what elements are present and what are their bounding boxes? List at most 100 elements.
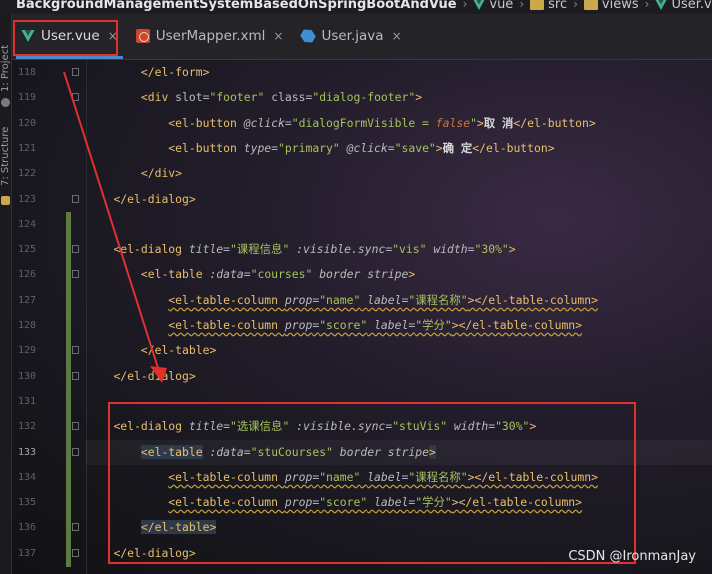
tab-usermapper-xml[interactable]: UserMapper.xml × (127, 13, 293, 59)
code-line[interactable]: <div slot="footer" class="dialog-footer"… (86, 85, 712, 110)
fold-marker-icon[interactable] (72, 523, 79, 531)
vcs-added-marker (66, 440, 71, 466)
code-token: "save" (394, 141, 436, 155)
line-number: 137 (17, 548, 36, 559)
vcs-added-marker (66, 515, 71, 541)
fold-marker-icon[interactable] (72, 270, 79, 278)
code-token: " (470, 116, 477, 130)
code-line[interactable] (86, 212, 712, 237)
vcs-added-marker (66, 490, 71, 516)
code-token: label (374, 318, 409, 332)
code-token: "30%" (495, 419, 530, 433)
code-token: "学分" (415, 495, 452, 509)
code-token: :data (209, 445, 244, 459)
breadcrumb-item-src[interactable]: src (530, 0, 567, 12)
code-line[interactable]: <el-table-column prop="score" label="学分"… (86, 313, 712, 338)
code-line[interactable]: <el-table-column prop="name" label="课程名称… (86, 288, 712, 313)
code-line[interactable]: <el-button type="primary" @click="save">… (86, 136, 712, 161)
settings-icon[interactable] (1, 98, 10, 107)
code-token: "name" (319, 293, 361, 307)
line-number: 131 (17, 396, 36, 407)
code-line[interactable]: <el-table :data="stuCourses" border stri… (86, 440, 712, 465)
code-token: stripe (367, 267, 409, 281)
code-line[interactable]: <el-dialog title="选课信息" :visible.sync="s… (86, 414, 712, 439)
vcs-added-marker (66, 237, 71, 263)
close-icon[interactable]: × (108, 29, 118, 43)
breadcrumb: BackgroundManagementSystemBasedOnSpringB… (0, 0, 712, 14)
tab-label: User.java (321, 28, 384, 44)
code-line[interactable]: <el-table-column prop="score" label="学分"… (86, 490, 712, 515)
fold-marker-icon[interactable] (72, 68, 79, 76)
fold-marker-icon[interactable] (72, 195, 79, 203)
code-token: width (453, 419, 489, 433)
breadcrumb-item-vue[interactable]: vue (473, 0, 513, 12)
line-number: 126 (17, 269, 36, 280)
code-line[interactable]: <el-table :data="courses" border stripe> (86, 262, 712, 287)
fold-marker-icon[interactable] (72, 245, 79, 253)
code-token: </div> (140, 166, 183, 180)
code-token: </el-button> (513, 116, 596, 130)
vcs-added-marker (66, 465, 71, 491)
code-token: </el-dialog> (113, 192, 196, 206)
fold-marker-icon[interactable] (72, 448, 79, 456)
code-token: </el-dialog> (113, 546, 196, 560)
code-line[interactable]: <el-table-column prop="name" label="课程名称… (86, 465, 712, 490)
vue-icon (474, 0, 485, 10)
code-line[interactable]: </el-table> (86, 338, 712, 363)
structure-tool-window-button[interactable]: 7: Structure (0, 118, 12, 194)
fold-marker-icon[interactable] (72, 372, 79, 380)
code-token: :data (209, 267, 244, 281)
project-tool-window-button[interactable]: 1: Project (0, 38, 12, 98)
folder-icon (583, 0, 598, 10)
line-number: 129 (17, 345, 36, 356)
code-line[interactable]: </el-dialog> (86, 187, 712, 212)
fold-marker-icon[interactable] (72, 549, 79, 557)
code-line[interactable] (86, 389, 712, 414)
line-number: 123 (17, 194, 36, 205)
code-token: prop (284, 495, 313, 509)
line-number: 135 (17, 497, 36, 508)
code-token: </el-table> (140, 343, 217, 357)
code-line[interactable]: <el-dialog title="课程信息" :visible.sync="v… (86, 237, 712, 262)
code-token: </el-form> (140, 65, 210, 79)
line-number: 121 (17, 143, 36, 154)
tab-user-java[interactable]: User.java × (292, 13, 410, 59)
close-icon[interactable]: × (392, 29, 402, 43)
fold-marker-icon[interactable] (72, 422, 79, 430)
close-icon[interactable]: × (273, 29, 283, 43)
structure-icon (1, 196, 10, 205)
code-token: > (529, 419, 537, 433)
code-line[interactable]: </div> (86, 161, 712, 186)
code-token: "score" (319, 318, 368, 332)
code-token: :visible.sync (296, 419, 386, 433)
code-token: 确 定 (442, 141, 473, 155)
chevron-right-icon: › (644, 0, 650, 11)
code-editor[interactable]: </el-form> <div slot="footer" class="dia… (86, 60, 712, 574)
breadcrumb-project[interactable]: BackgroundManagementSystemBasedOnSpringB… (16, 0, 457, 12)
breadcrumb-item-file[interactable]: User.vue (655, 0, 712, 12)
code-token: prop (284, 318, 313, 332)
vcs-added-marker (66, 389, 71, 415)
line-number: 128 (17, 320, 36, 331)
code-token: <el-table (140, 445, 203, 459)
code-token: <el-table-column (168, 470, 285, 484)
tab-user-vue[interactable]: User.vue × (12, 13, 127, 59)
code-line[interactable]: <el-button @click="dialogFormVisible = f… (86, 111, 712, 136)
code-token: > (408, 267, 416, 281)
vcs-added-marker (66, 364, 71, 390)
code-line[interactable]: </el-dialog> (86, 364, 712, 389)
breadcrumb-item-views[interactable]: views (583, 0, 639, 12)
code-line[interactable]: </el-form> (86, 60, 712, 85)
fold-marker-icon[interactable] (72, 93, 79, 101)
vcs-added-marker (66, 288, 71, 314)
code-line[interactable]: </el-table> (86, 515, 712, 540)
code-token: title (188, 419, 224, 433)
fold-marker-icon[interactable] (72, 346, 79, 354)
code-token: title (188, 242, 224, 256)
line-number: 134 (17, 472, 36, 483)
